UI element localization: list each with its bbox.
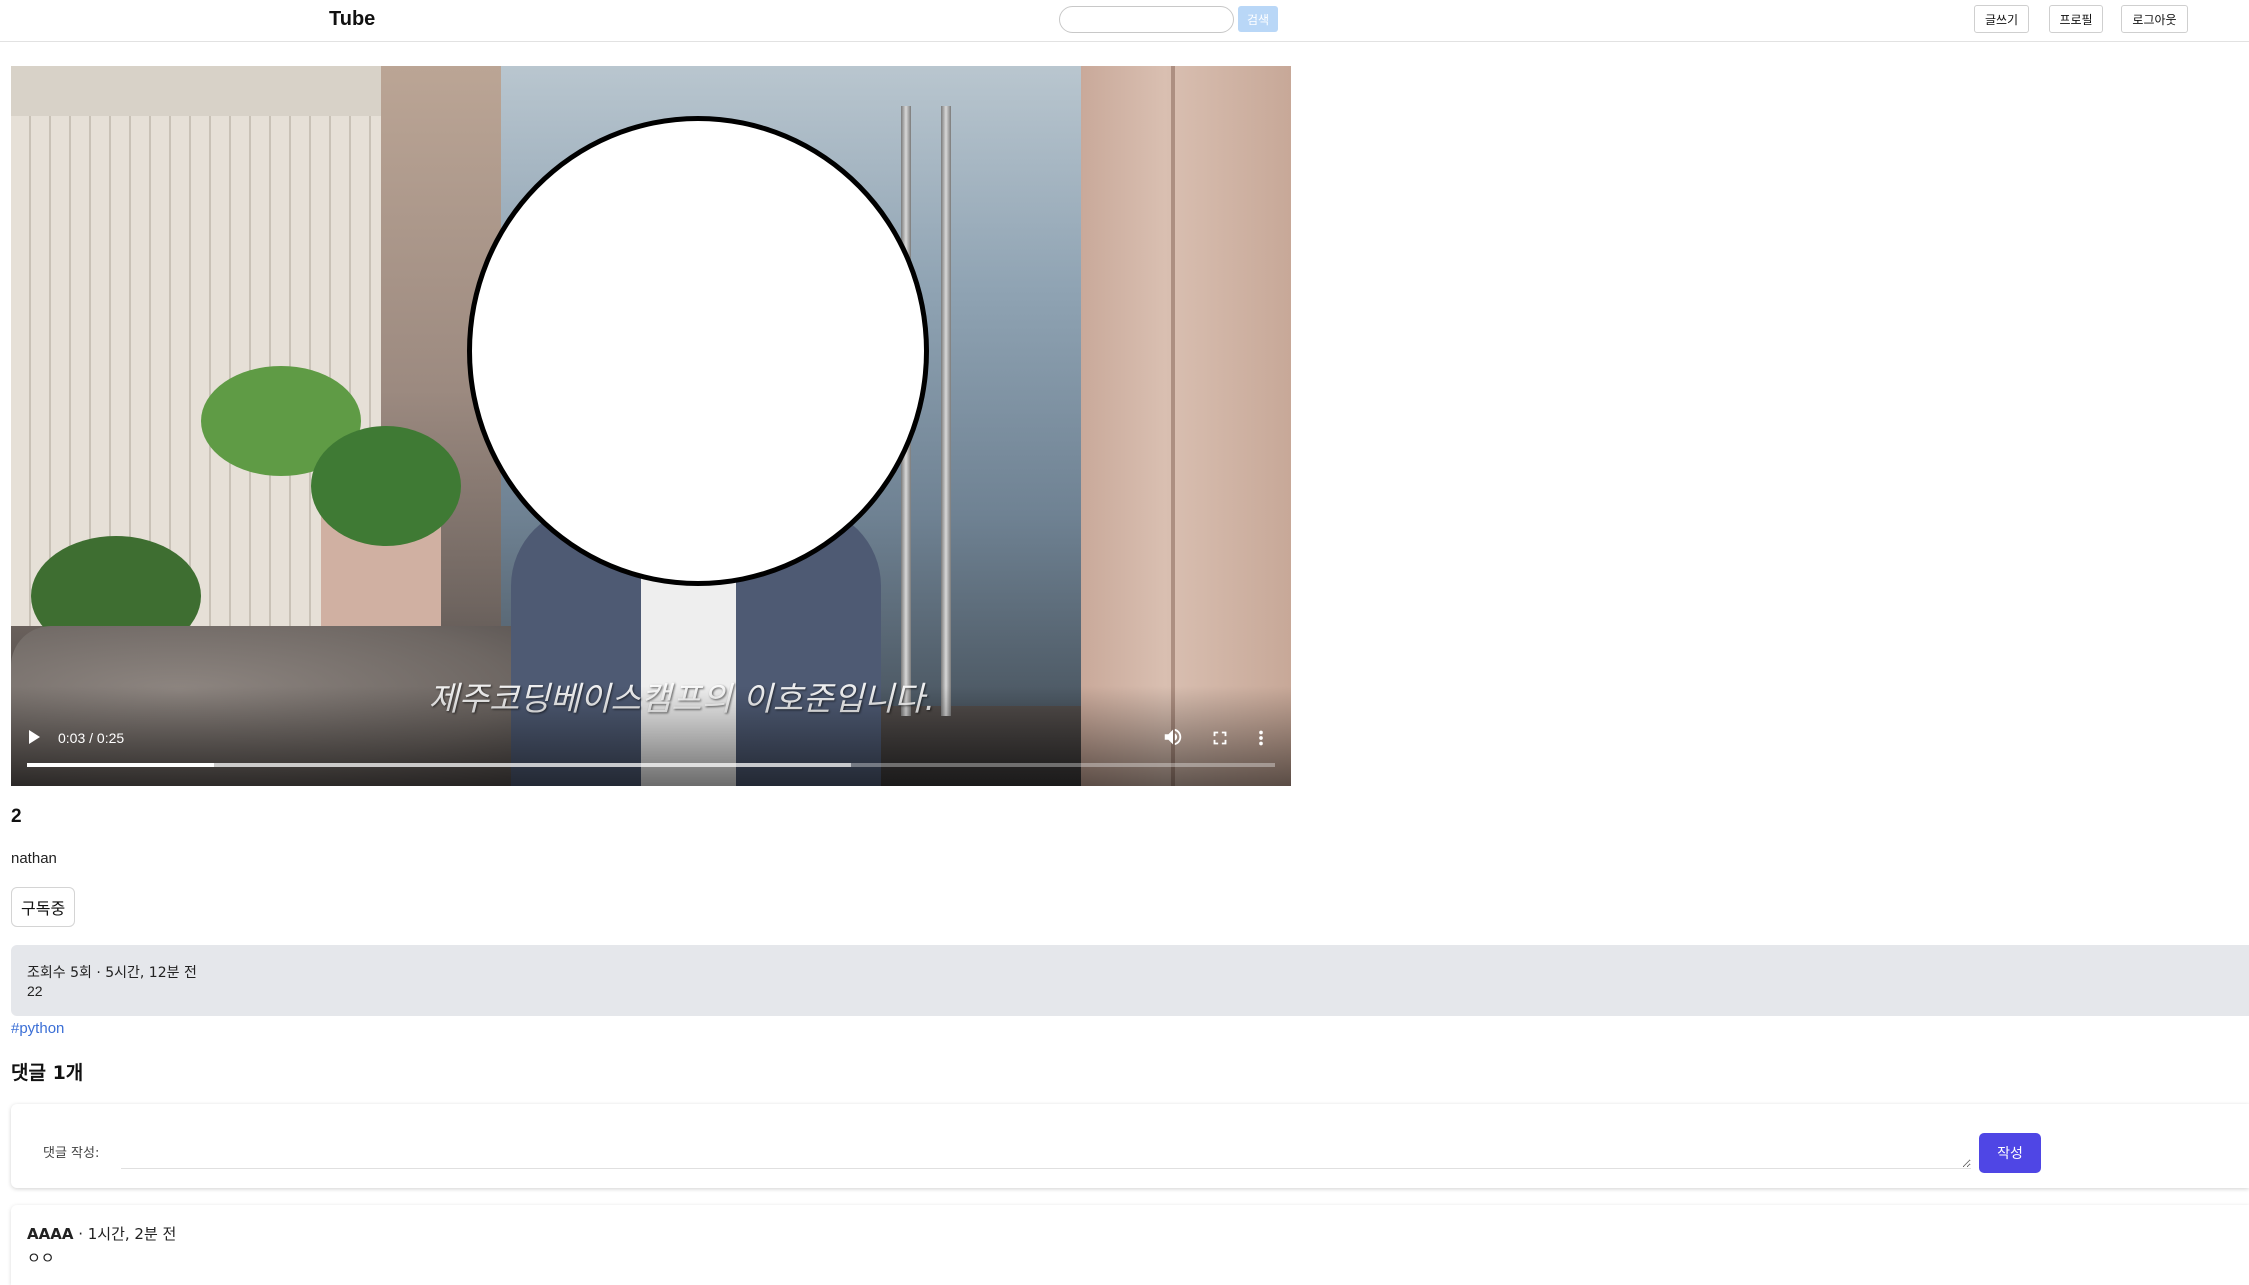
description-box: 조회수 5회 · 5시간, 12분 전 22: [11, 945, 2249, 1016]
channel-name[interactable]: nathan: [11, 850, 57, 867]
video-progress-fill: [27, 763, 215, 767]
comment-meta: AAAA · 1시간, 2분 전: [27, 1223, 176, 1244]
subscribe-button[interactable]: 구독중: [11, 887, 76, 927]
video-description: 22: [27, 983, 43, 999]
comment-time: · 1시간, 2분 전: [73, 1225, 177, 1243]
volume-icon[interactable]: [1161, 726, 1185, 748]
video-title: 2: [11, 806, 22, 827]
write-button[interactable]: 글쓰기: [1974, 5, 2029, 33]
comment-form: 댓글 작성: 작성: [11, 1104, 2249, 1188]
logout-button[interactable]: 로그아웃: [2121, 5, 2188, 33]
video-stats: 조회수 5회 · 5시간, 12분 전: [27, 965, 197, 981]
video-frame-door-handle: [941, 106, 951, 716]
fullscreen-icon[interactable]: [1209, 727, 1231, 749]
top-header: Tube 검색 글쓰기 프로필 로그아웃: [0, 0, 2249, 42]
site-logo[interactable]: Tube: [329, 8, 375, 31]
video-time: 0:03 / 0:25: [58, 730, 125, 746]
comment-textarea[interactable]: [121, 1129, 1971, 1169]
video-frame-pillar: [1081, 66, 1291, 786]
comments-heading: 댓글 1개: [11, 1062, 84, 1084]
more-vertical-icon[interactable]: [1255, 727, 1267, 749]
video-frame-plant: [311, 426, 461, 546]
video-player[interactable]: 제주코딩베이스캠프의 이호준입니다. 0:03 / 0:25: [11, 66, 1291, 786]
hashtag-link[interactable]: #python: [11, 1020, 64, 1037]
comment-author[interactable]: AAAA: [27, 1225, 73, 1243]
video-frame-pillar-seam: [1171, 66, 1175, 786]
face-redaction-circle: [467, 116, 929, 586]
video-frame-ceiling: [11, 66, 381, 116]
comment-item: AAAA · 1시간, 2분 전 ㅇㅇ: [11, 1205, 2249, 1285]
play-icon[interactable]: [29, 730, 40, 744]
comment-body: ㅇㅇ: [27, 1249, 55, 1267]
profile-button[interactable]: 프로필: [2049, 5, 2103, 33]
video-progress-bar[interactable]: [27, 763, 1275, 767]
comment-submit-button[interactable]: 작성: [1979, 1133, 2041, 1173]
search-input[interactable]: [1059, 6, 1234, 33]
controls-overlay: [11, 686, 1291, 786]
search-button[interactable]: 검색: [1238, 6, 1278, 32]
comment-input-label: 댓글 작성:: [43, 1146, 100, 1161]
